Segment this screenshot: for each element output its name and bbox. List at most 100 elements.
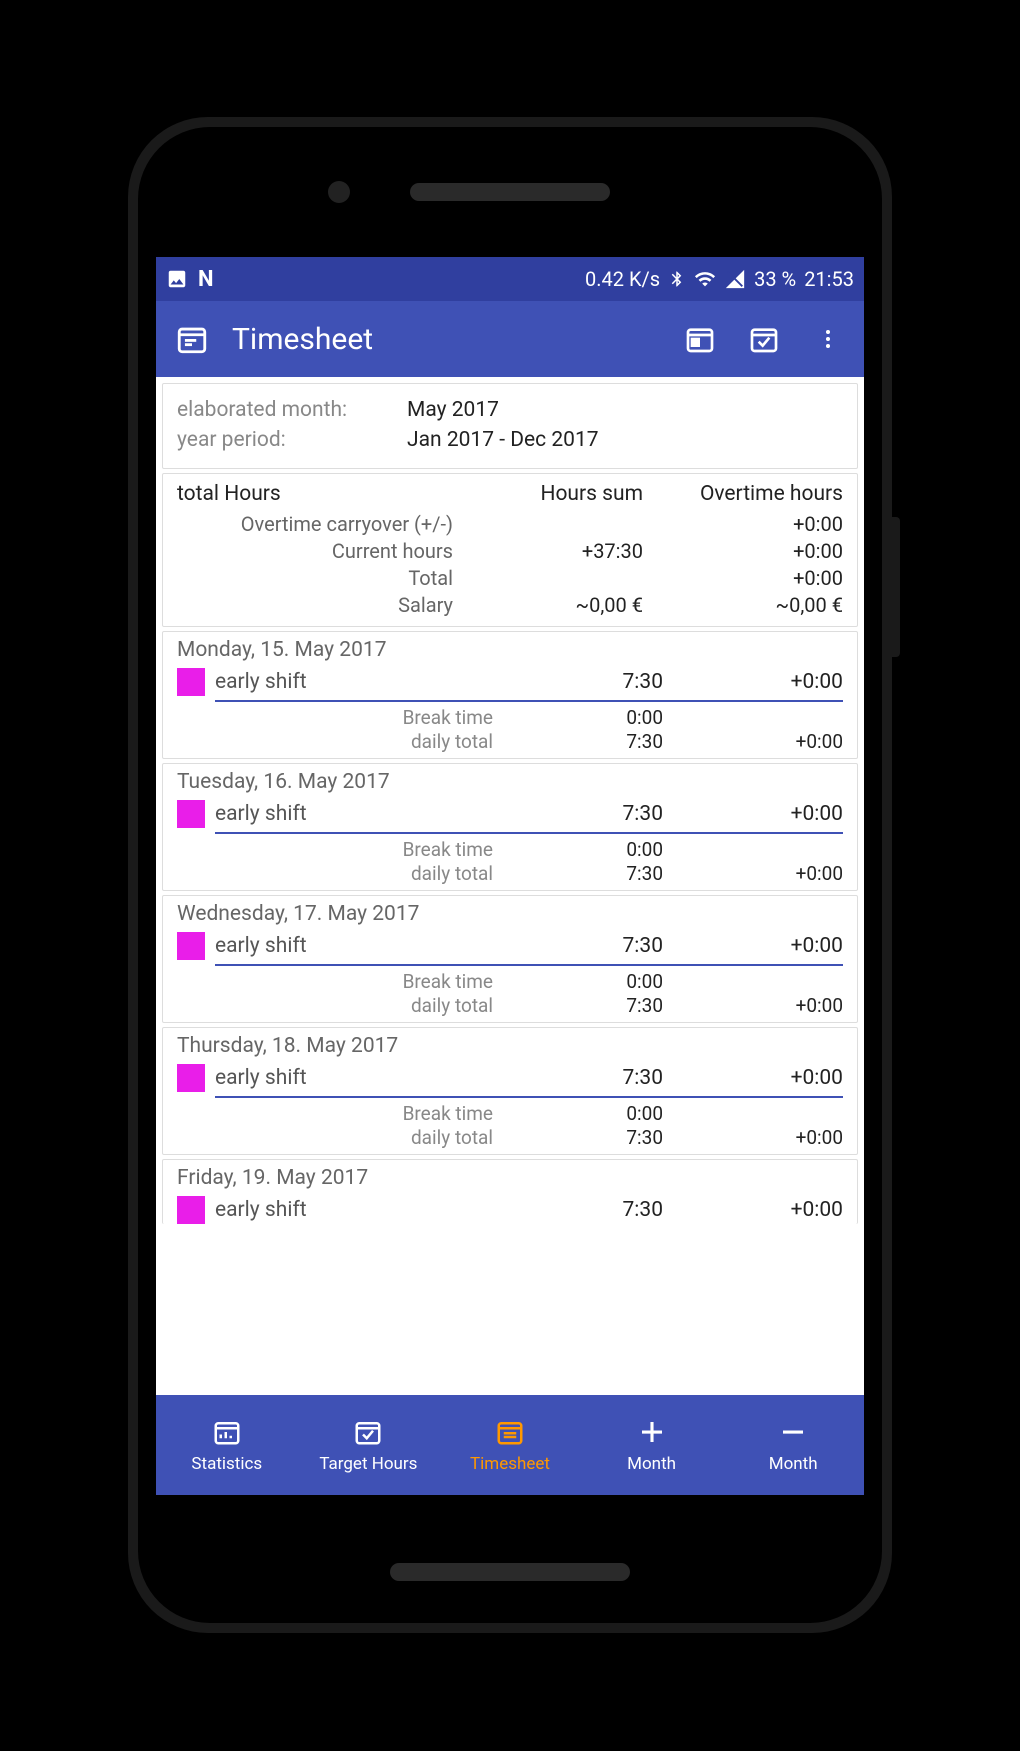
totals-row-hours: ~0,00 € [463, 593, 643, 617]
break-label: Break time [177, 838, 503, 861]
divider-line [215, 1096, 843, 1098]
shift-row[interactable]: early shift7:30+0:00 [177, 668, 843, 696]
totals-col-overtime: Overtime hours [643, 482, 843, 506]
nav-label: Month [769, 1454, 818, 1474]
battery-percent: 33 % [754, 267, 796, 291]
day-block[interactable]: Monday, 15. May 2017early shift7:30+0:00… [162, 631, 858, 759]
overflow-menu-button[interactable] [810, 321, 846, 357]
break-label: Break time [177, 706, 503, 729]
nav-timesheet[interactable]: Timesheet [439, 1395, 581, 1495]
nav-label: Month [627, 1454, 676, 1474]
shift-overtime: +0:00 [663, 802, 843, 826]
daily-total-row: daily total7:30+0:00 [177, 730, 843, 753]
daily-total-label: daily total [177, 730, 503, 753]
status-bar: N 0.42 K/s 33 % 21:53 [156, 257, 864, 301]
break-label: Break time [177, 970, 503, 993]
bottom-nav: Statistics Target Hours Timesheet Month [156, 1395, 864, 1495]
camera-dot [328, 181, 350, 203]
target-hours-icon [352, 1416, 384, 1448]
shift-name: early shift [215, 670, 503, 694]
shift-row[interactable]: early shift7:30+0:00 [177, 1196, 843, 1224]
nav-month-prev[interactable]: Month [722, 1395, 864, 1495]
bottom-speaker [390, 1563, 630, 1581]
period-card: elaborated month: May 2017 year period: … [162, 383, 858, 469]
totals-row-overtime: ~0,00 € [643, 593, 843, 617]
shift-color-swatch [177, 668, 205, 696]
break-row: Break time0:00 [177, 970, 843, 993]
elaborated-month-label: elaborated month: [177, 398, 407, 422]
shift-name: early shift [215, 802, 503, 826]
shift-row[interactable]: early shift7:30+0:00 [177, 1064, 843, 1092]
bluetooth-icon [668, 268, 686, 290]
shift-hours: 7:30 [503, 670, 663, 694]
data-speed: 0.42 K/s [585, 267, 660, 291]
nav-month-next[interactable]: Month [581, 1395, 723, 1495]
calendar-check-button[interactable] [746, 321, 782, 357]
break-value: 0:00 [503, 706, 663, 729]
page-title: Timesheet [232, 322, 373, 357]
app-bar: Timesheet [156, 301, 864, 377]
totals-col-hours: Hours sum [463, 482, 643, 506]
divider-line [215, 964, 843, 966]
nav-label: Statistics [191, 1454, 262, 1474]
clock-time: 21:53 [804, 267, 854, 291]
nav-statistics[interactable]: Statistics [156, 1395, 298, 1495]
statistics-icon [211, 1416, 243, 1448]
screen: N 0.42 K/s 33 % 21:53 [156, 257, 864, 1495]
daily-total-row: daily total7:30+0:00 [177, 1126, 843, 1149]
minus-icon [777, 1416, 809, 1448]
totals-row: Overtime carryover (+/-)+0:00 [177, 512, 843, 536]
image-icon [166, 268, 188, 290]
shift-name: early shift [215, 934, 503, 958]
totals-row: Salary~0,00 €~0,00 € [177, 593, 843, 617]
totals-card: total Hours Hours sum Overtime hours Ove… [162, 473, 858, 627]
totals-row-label: Current hours [177, 539, 463, 563]
break-value: 0:00 [503, 1102, 663, 1125]
day-date: Friday, 19. May 2017 [177, 1166, 843, 1190]
daily-total-value: 7:30 [503, 994, 663, 1017]
shift-hours: 7:30 [503, 802, 663, 826]
day-block[interactable]: Wednesday, 17. May 2017early shift7:30+0… [162, 895, 858, 1023]
year-period-label: year period: [177, 428, 407, 452]
divider-line [215, 700, 843, 702]
shift-hours: 7:30 [503, 1198, 663, 1222]
earpiece-speaker [410, 183, 610, 201]
break-value: 0:00 [503, 970, 663, 993]
day-date: Thursday, 18. May 2017 [177, 1034, 843, 1058]
day-date: Wednesday, 17. May 2017 [177, 902, 843, 926]
break-row: Break time0:00 [177, 1102, 843, 1125]
day-block[interactable]: Tuesday, 16. May 2017early shift7:30+0:0… [162, 763, 858, 891]
totals-row-overtime: +0:00 [643, 512, 843, 536]
day-block[interactable]: Friday, 19. May 2017 early shift7:30+0:00 [162, 1159, 858, 1224]
phone-frame: N 0.42 K/s 33 % 21:53 [128, 117, 892, 1633]
day-date: Tuesday, 16. May 2017 [177, 770, 843, 794]
daily-total-overtime: +0:00 [663, 1126, 843, 1149]
nav-target-hours[interactable]: Target Hours [298, 1395, 440, 1495]
day-block[interactable]: Thursday, 18. May 2017 early shift7:30+0:… [162, 1027, 858, 1155]
daily-total-overtime: +0:00 [663, 862, 843, 885]
content-scroll[interactable]: elaborated month: May 2017 year period: … [156, 377, 864, 1395]
shift-color-swatch [177, 1196, 205, 1224]
shift-row[interactable]: early shift7:30+0:00 [177, 932, 843, 960]
shift-row[interactable]: early shift7:30+0:00 [177, 800, 843, 828]
daily-total-label: daily total [177, 994, 503, 1017]
totals-row: Total+0:00 [177, 566, 843, 590]
signal-icon [724, 268, 746, 290]
shift-overtime: +0:00 [663, 1198, 843, 1222]
daily-total-label: daily total [177, 862, 503, 885]
nav-label: Target Hours [319, 1454, 417, 1474]
daily-total-label: daily total [177, 1126, 503, 1149]
break-value: 0:00 [503, 838, 663, 861]
shift-overtime: +0:00 [663, 670, 843, 694]
totals-row-hours: +37:30 [463, 539, 643, 563]
plus-icon [636, 1416, 668, 1448]
daily-total-value: 7:30 [503, 730, 663, 753]
power-button[interactable] [892, 517, 900, 657]
year-period-value: Jan 2017 - Dec 2017 [407, 428, 599, 452]
daily-total-overtime: +0:00 [663, 994, 843, 1017]
totals-row-label: Total [177, 566, 463, 590]
totals-row-hours [463, 566, 643, 590]
day-date: Monday, 15. May 2017 [177, 638, 843, 662]
break-label: Break time [177, 1102, 503, 1125]
calendar-today-button[interactable] [682, 321, 718, 357]
